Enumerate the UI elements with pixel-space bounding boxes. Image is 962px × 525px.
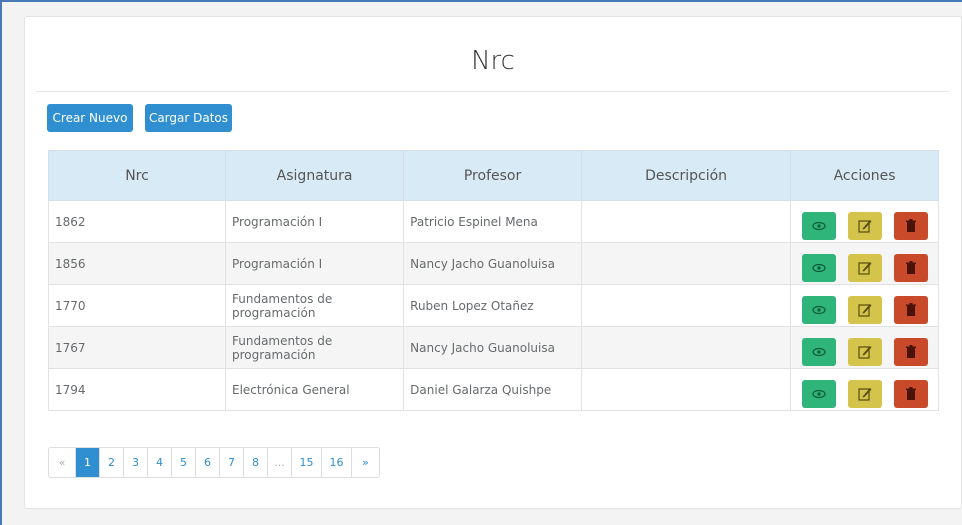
- cell-asignatura: Electrónica General: [224, 368, 405, 411]
- pagination-prev[interactable]: «: [49, 448, 76, 477]
- pagination: « 1 2 3 4 5 6 7 8 ... 15 16 »: [48, 447, 380, 478]
- main-panel: Nrc Crear Nuevo Cargar Datos Nrc Asignat…: [24, 16, 962, 509]
- cell-nrc: 1770: [48, 284, 226, 327]
- edit-icon: [857, 219, 872, 233]
- view-button[interactable]: [801, 211, 836, 240]
- edit-icon: [857, 345, 872, 359]
- pagination-page[interactable]: 8: [244, 448, 268, 477]
- trash-icon: [905, 386, 916, 400]
- trash-icon: [905, 218, 916, 232]
- cell-asignatura: Fundamentos de programación: [224, 284, 405, 327]
- edit-icon: [857, 261, 872, 275]
- view-button[interactable]: [801, 295, 836, 324]
- column-header-nrc[interactable]: Nrc: [48, 150, 226, 201]
- pagination-page[interactable]: 7: [220, 448, 244, 477]
- create-new-button[interactable]: Crear Nuevo: [47, 104, 133, 132]
- trash-icon: [905, 344, 916, 358]
- delete-button[interactable]: [893, 295, 928, 324]
- cell-nrc: 1794: [48, 368, 226, 411]
- cell-asignatura: Fundamentos de programación: [224, 326, 405, 369]
- cell-descripcion: [580, 242, 792, 285]
- edit-button[interactable]: [847, 337, 882, 366]
- page-title: Nrc: [471, 46, 515, 76]
- nrc-table: Nrc Asignatura Profesor Descripción Acci…: [48, 150, 939, 411]
- pagination-page[interactable]: 15: [292, 448, 322, 477]
- cell-profesor: Nancy Jacho Guanoluisa: [403, 242, 582, 285]
- table-row: 1862 Programación I Patricio Espinel Men…: [48, 200, 939, 243]
- pagination-page[interactable]: 4: [148, 448, 172, 477]
- window-border-left: [0, 0, 2, 525]
- cell-actions: [790, 284, 939, 327]
- column-header-asignatura[interactable]: Asignatura: [224, 150, 405, 201]
- load-data-button[interactable]: Cargar Datos: [145, 104, 232, 132]
- title-divider: [36, 91, 949, 92]
- column-header-acciones: Acciones: [790, 150, 939, 201]
- table-row: 1794 Electrónica General Daniel Galarza …: [48, 368, 939, 411]
- eye-icon: [811, 305, 826, 314]
- edit-icon: [857, 387, 872, 401]
- window-border-top: [0, 0, 962, 2]
- cell-profesor: Ruben Lopez Otañez: [403, 284, 582, 327]
- cell-descripcion: [580, 326, 792, 369]
- delete-button[interactable]: [893, 337, 928, 366]
- delete-button[interactable]: [893, 253, 928, 282]
- cell-descripcion: [580, 200, 792, 243]
- pagination-next[interactable]: »: [352, 448, 379, 477]
- cell-actions: [790, 242, 939, 285]
- cell-nrc: 1856: [48, 242, 226, 285]
- column-header-profesor[interactable]: Profesor: [403, 150, 582, 201]
- edit-icon: [857, 303, 872, 317]
- pagination-page[interactable]: 1: [76, 448, 100, 477]
- edit-button[interactable]: [847, 295, 882, 324]
- cell-asignatura: Programación I: [224, 242, 405, 285]
- eye-icon: [811, 389, 826, 398]
- cell-nrc: 1862: [48, 200, 226, 243]
- eye-icon: [811, 263, 826, 272]
- edit-button[interactable]: [847, 211, 882, 240]
- edit-button[interactable]: [847, 253, 882, 282]
- table-row: 1856 Programación I Nancy Jacho Guanolui…: [48, 242, 939, 285]
- cell-asignatura: Programación I: [224, 200, 405, 243]
- eye-icon: [811, 347, 826, 356]
- trash-icon: [905, 302, 916, 316]
- pagination-ellipsis: ...: [268, 448, 292, 477]
- cell-actions: [790, 326, 939, 369]
- cell-descripcion: [580, 284, 792, 327]
- cell-profesor: Daniel Galarza Quishpe: [403, 368, 582, 411]
- column-header-descripcion[interactable]: Descripción: [580, 150, 792, 201]
- table-header-row: Nrc Asignatura Profesor Descripción Acci…: [48, 150, 939, 201]
- edit-button[interactable]: [847, 379, 882, 408]
- cell-actions: [790, 368, 939, 411]
- pagination-page[interactable]: 6: [196, 448, 220, 477]
- eye-icon: [811, 221, 826, 230]
- cell-profesor: Nancy Jacho Guanoluisa: [403, 326, 582, 369]
- pagination-page[interactable]: 16: [322, 448, 352, 477]
- cell-nrc: 1767: [48, 326, 226, 369]
- view-button[interactable]: [801, 253, 836, 282]
- table-row: 1767 Fundamentos de programación Nancy J…: [48, 326, 939, 369]
- cell-actions: [790, 200, 939, 243]
- view-button[interactable]: [801, 379, 836, 408]
- view-button[interactable]: [801, 337, 836, 366]
- cell-profesor: Patricio Espinel Mena: [403, 200, 582, 243]
- cell-descripcion: [580, 368, 792, 411]
- delete-button[interactable]: [893, 379, 928, 408]
- pagination-page[interactable]: 5: [172, 448, 196, 477]
- pagination-page[interactable]: 3: [124, 448, 148, 477]
- table-row: 1770 Fundamentos de programación Ruben L…: [48, 284, 939, 327]
- trash-icon: [905, 260, 916, 274]
- delete-button[interactable]: [893, 211, 928, 240]
- pagination-page[interactable]: 2: [100, 448, 124, 477]
